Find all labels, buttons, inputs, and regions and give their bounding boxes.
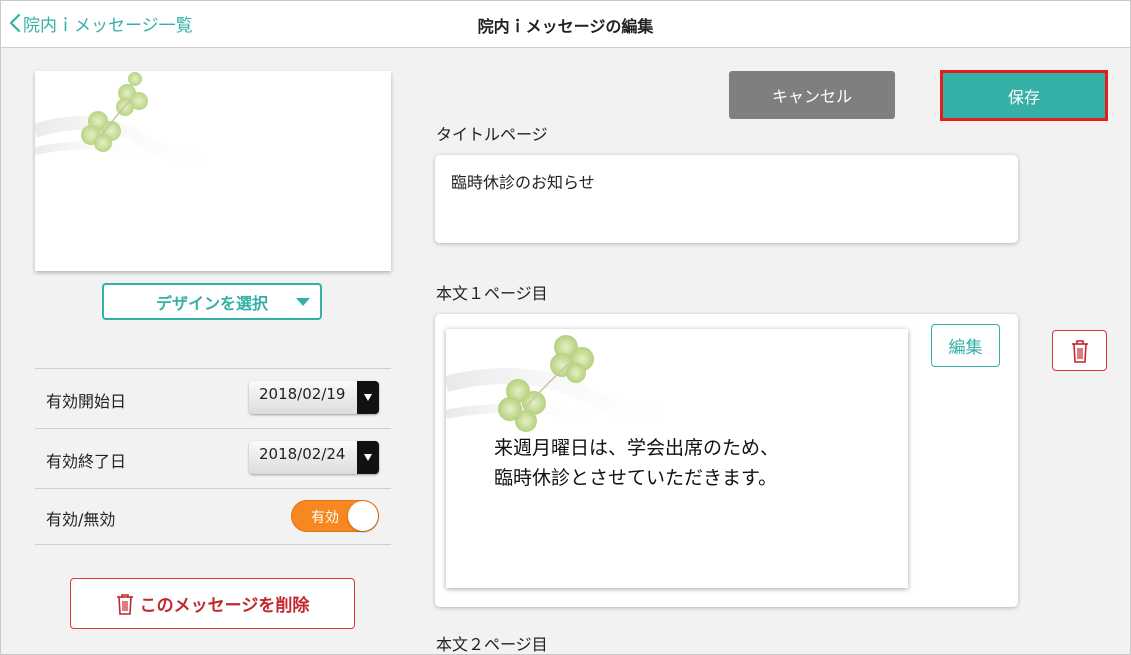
trash-icon: [1071, 339, 1088, 363]
start-date-label: 有効開始日: [46, 392, 127, 411]
enabled-label: 有効/無効: [46, 510, 116, 529]
caret-down-icon: [296, 298, 310, 306]
clover-icon: [35, 72, 227, 166]
save-button[interactable]: 保存: [943, 73, 1105, 118]
design-select-label: デザインを選択: [155, 293, 268, 313]
validity-settings: 有効開始日 2018/02/19 有効終了日 2018/02/24 有効/無効 …: [35, 368, 391, 545]
enabled-row: 有効/無効 有効: [35, 489, 391, 545]
start-date-row: 有効開始日 2018/02/19: [35, 369, 391, 429]
title-page-label: タイトルページ: [436, 125, 548, 144]
end-date-picker[interactable]: 2018/02/24: [249, 441, 379, 474]
page1-preview: 来週月曜日は、学会出席のため、 臨時休診とさせていただきます。: [446, 329, 908, 588]
delete-message-label: このメッセージを削除: [139, 596, 310, 616]
cancel-button[interactable]: キャンセル: [729, 71, 895, 119]
toggle-knob: [348, 501, 378, 531]
page1-edit-button[interactable]: 編集: [931, 324, 1000, 367]
end-date-row: 有効終了日 2018/02/24: [35, 429, 391, 489]
enabled-toggle[interactable]: 有効: [291, 500, 379, 532]
title-page-field[interactable]: 臨時休診のお知らせ: [435, 155, 1018, 243]
page1-panel: 来週月曜日は、学会出席のため、 臨時休診とさせていただきます。 編集: [435, 314, 1018, 607]
caret-down-icon: [357, 441, 379, 474]
start-date-value: 2018/02/19: [259, 385, 346, 403]
trash-icon: [116, 593, 133, 615]
start-date-picker[interactable]: 2018/02/19: [249, 381, 379, 414]
page1-delete-button[interactable]: [1052, 330, 1107, 371]
enabled-toggle-text: 有効: [311, 510, 339, 526]
caret-down-icon: [357, 381, 379, 414]
title-page-value: 臨時休診のお知らせ: [451, 173, 595, 192]
page1-body-line: 臨時休診とさせていただきます。: [494, 467, 778, 489]
page1-body-line: 来週月曜日は、学会出席のため、: [494, 437, 780, 459]
page1-label: 本文１ページ目: [436, 284, 548, 303]
delete-message-button[interactable]: このメッセージを削除: [70, 578, 355, 629]
end-date-value: 2018/02/24: [259, 445, 346, 463]
app-frame: 院内ｉメッセージ一覧 院内ｉメッセージの編集 デザインを選択 有効開始日 201…: [0, 0, 1131, 655]
end-date-label: 有効終了日: [46, 452, 127, 471]
page2-label: 本文２ページ目: [436, 635, 548, 654]
header-bar: 院内ｉメッセージ一覧 院内ｉメッセージの編集: [1, 1, 1130, 48]
design-preview: [35, 71, 391, 271]
page-title: 院内ｉメッセージの編集: [477, 17, 654, 36]
design-select-dropdown[interactable]: デザインを選択: [102, 283, 322, 320]
